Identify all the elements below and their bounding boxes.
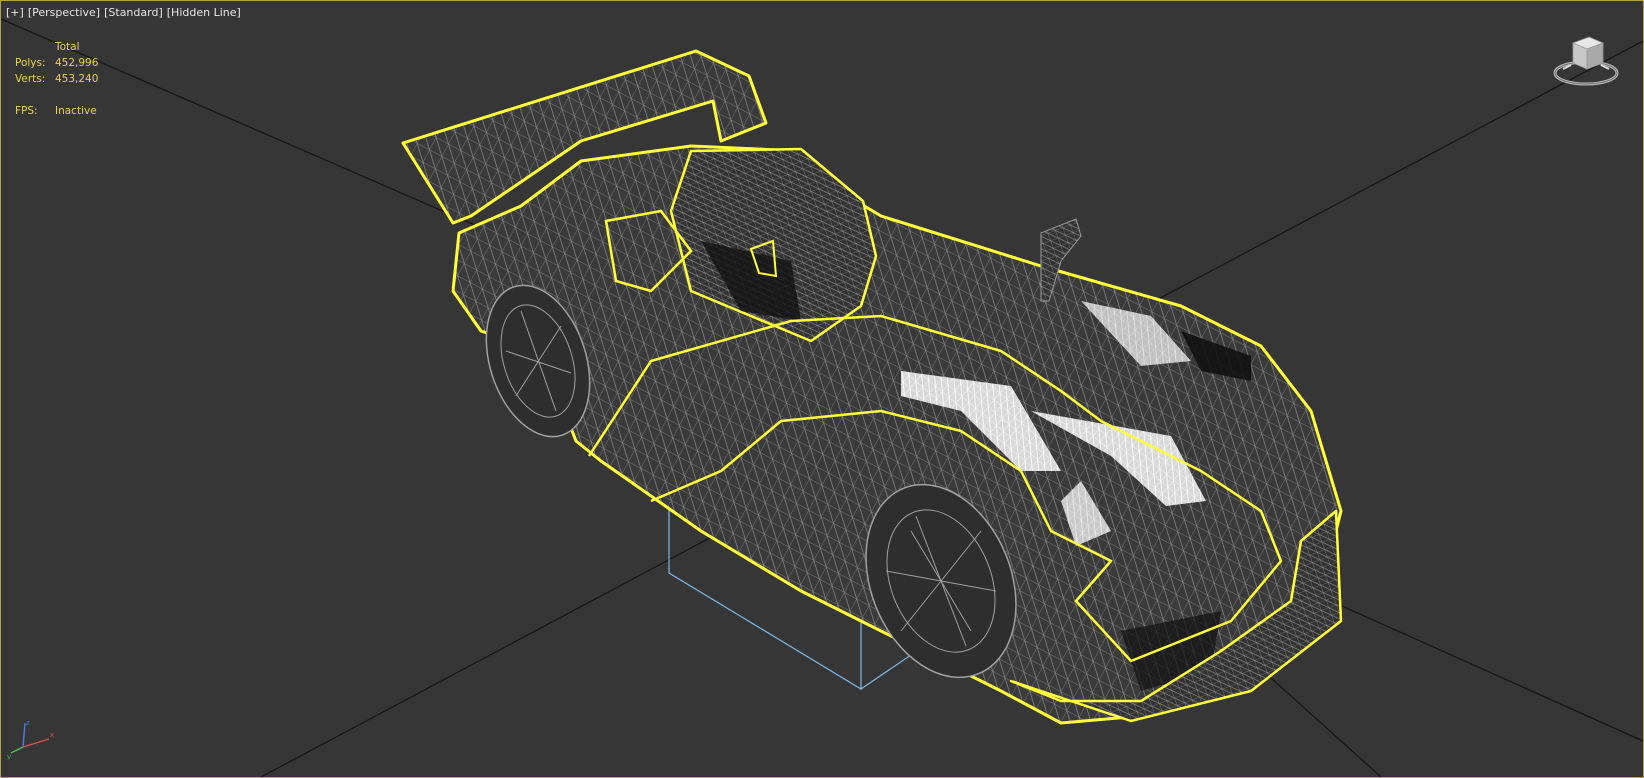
perspective-viewport[interactable]: [+] [Perspective] [Standard] [Hidden Lin…: [0, 0, 1644, 778]
polys-label: Polys:: [15, 57, 46, 69]
axis-triad-icon: x z y: [7, 719, 54, 759]
car-model[interactable]: [401, 49, 1343, 725]
viewport-point-of-view-menu[interactable]: [Perspective]: [27, 6, 101, 19]
scene-canvas[interactable]: [1, 1, 1643, 777]
viewport-general-menu[interactable]: [+]: [5, 6, 25, 19]
fps-label: FPS:: [15, 105, 38, 117]
statistics-overlay: Total Polys: 452,996 Verts: 453,240 FPS: In…: [15, 39, 98, 119]
polys-value: 452,996: [55, 57, 99, 69]
viewport-visual-style-menu[interactable]: [Hidden Line]: [166, 6, 242, 19]
viewport-label-menu: [+] [Perspective] [Standard] [Hidden Lin…: [5, 6, 242, 19]
svg-text:y: y: [7, 753, 11, 759]
svg-text:z: z: [26, 719, 30, 727]
stats-header: Total: [55, 41, 80, 53]
viewcube-icon[interactable]: [1551, 31, 1621, 93]
verts-value: 453,240: [55, 73, 99, 85]
viewport-shading-standard-menu[interactable]: [Standard]: [103, 6, 164, 19]
verts-label: Verts:: [15, 73, 46, 85]
svg-text:x: x: [50, 731, 54, 739]
fps-value: Inactive: [55, 105, 97, 117]
